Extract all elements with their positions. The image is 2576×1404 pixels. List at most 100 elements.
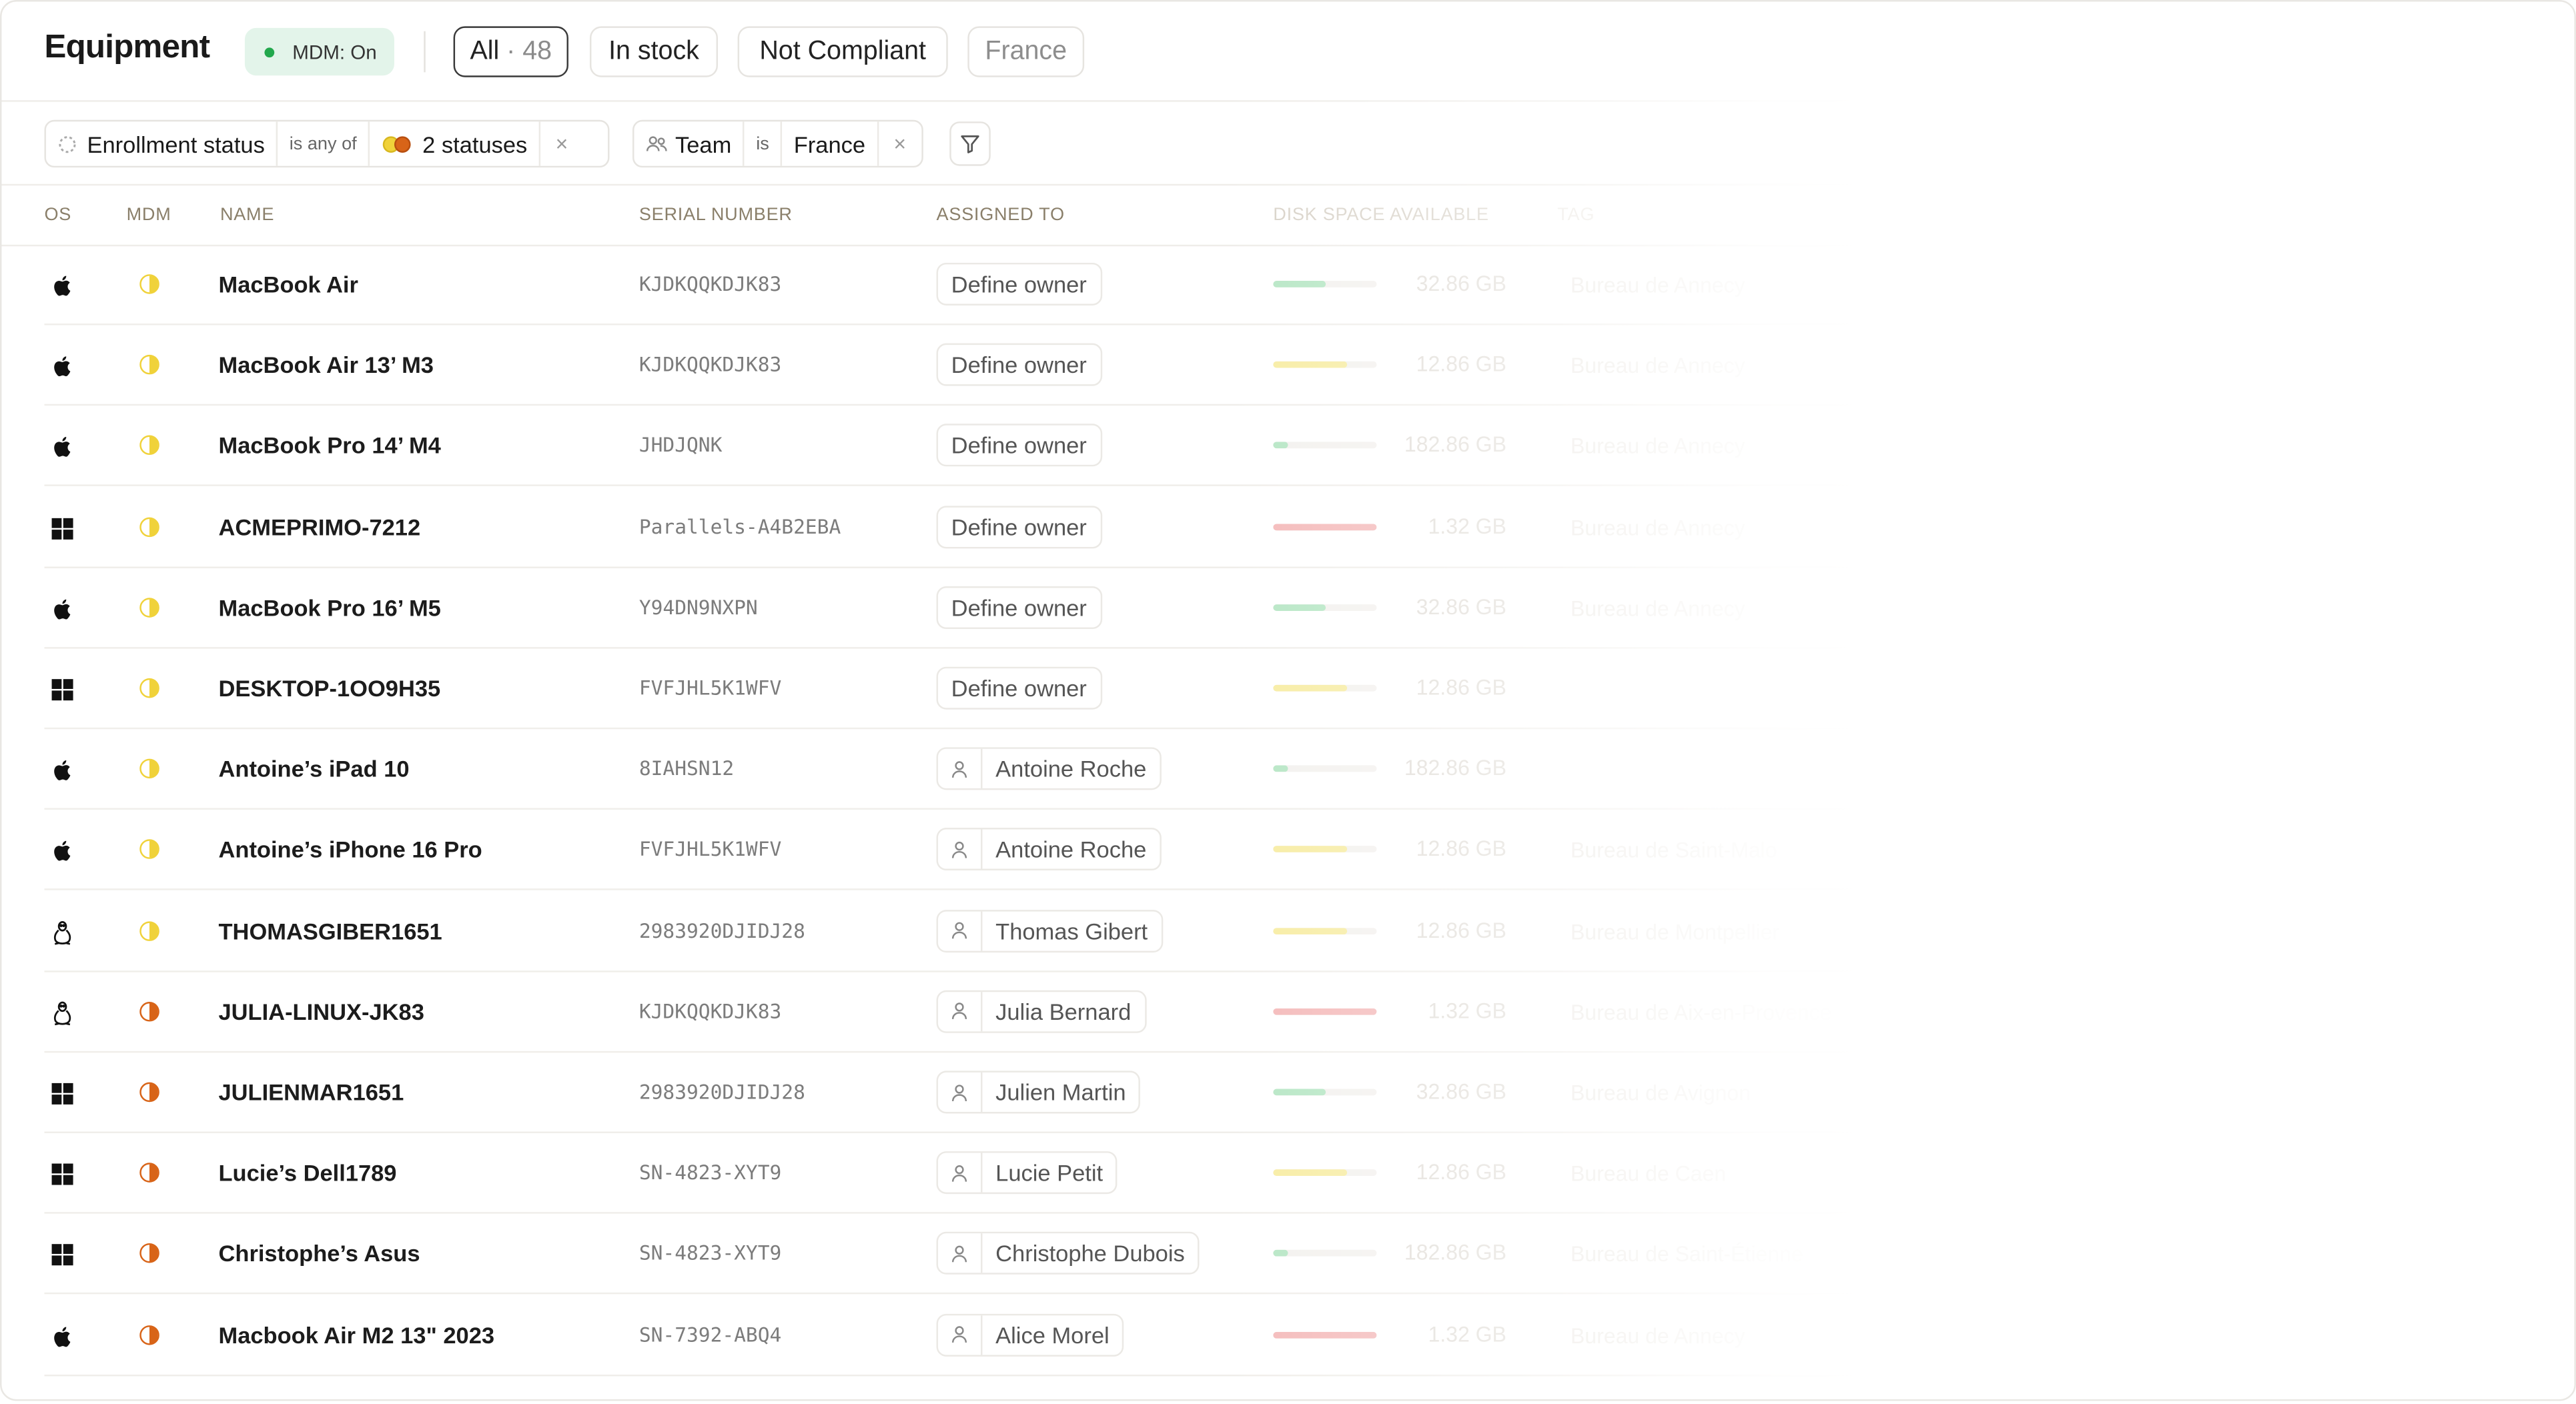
- table-row[interactable]: Antoine’s iPad 10 8IAHSN12 Antoine Roche…: [1, 730, 2575, 810]
- serial-number: Y94DN9NXPN: [638, 596, 758, 619]
- table-row[interactable]: Christophe’s Asus SN-4823-XYT9 Christoph…: [1, 1215, 2575, 1295]
- tag-value: Bureau de Aix-en-Provence: [1570, 1000, 1832, 1024]
- add-filter-button[interactable]: [949, 121, 991, 166]
- owner-name: Julien Martin: [995, 1079, 1126, 1106]
- enrollment-filter-field[interactable]: Enrollment status: [46, 121, 278, 166]
- apple-icon: [49, 434, 75, 460]
- table-row[interactable]: JULIA-LINUX-JK83 KJDKQQKDJK83 Julia Bern…: [1, 972, 2575, 1052]
- table-row[interactable]: DESKTOP-1OO9H35 FVFJHL5K1WFV Define owne…: [1, 649, 2575, 730]
- person-icon: [938, 910, 983, 950]
- mdm-fail-icon: [139, 1243, 159, 1264]
- device-name[interactable]: JULIENMAR1651: [218, 1079, 404, 1105]
- device-name[interactable]: MacBook Pro 16’ M5: [218, 594, 440, 620]
- team-filter-value[interactable]: France: [783, 121, 879, 166]
- table-row[interactable]: JULIENMAR1651 2983920DJIDJ28 Julien Mart…: [1, 1052, 2575, 1133]
- define-owner-button[interactable]: Define owner: [936, 424, 1102, 468]
- enrollment-filter-chip[interactable]: Enrollment status is any of 2 statuses ×: [44, 119, 610, 168]
- disk-space-value: 32.86 GB: [1416, 594, 1507, 619]
- disk-space-bar: [1273, 442, 1377, 450]
- owner-chip[interactable]: Julien Martin: [936, 1071, 1141, 1114]
- mdm-fail-icon: [139, 1082, 159, 1103]
- column-header-disk[interactable]: DISK SPACE AVAILABLE: [1273, 205, 1488, 225]
- owner-name: Christophe Dubois: [995, 1240, 1185, 1267]
- disk-space-value: 1.32 GB: [1428, 513, 1507, 538]
- owner-chip[interactable]: Christophe Dubois: [936, 1232, 1200, 1275]
- column-header-tag[interactable]: TAG: [1557, 205, 1595, 225]
- status-dot-icon: [264, 47, 275, 57]
- define-owner-button[interactable]: Define owner: [936, 505, 1102, 548]
- disk-space-bar: [1273, 1331, 1377, 1338]
- serial-number: Parallels-A4B2EBA: [638, 515, 841, 538]
- disk-space-fill: [1273, 765, 1289, 772]
- disk-space-fill: [1273, 362, 1348, 369]
- table-row[interactable]: ACMEPRIMO-7212 Parallels-A4B2EBA Define …: [1, 487, 2575, 568]
- owner-chip[interactable]: Antoine Roche: [936, 828, 1162, 871]
- apple-icon: [49, 596, 75, 622]
- tag-value: Bureau de Annecy: [1570, 434, 1745, 459]
- device-name[interactable]: MacBook Air 13’ M3: [218, 352, 434, 378]
- owner-chip[interactable]: Thomas Gibert: [936, 909, 1163, 952]
- tab-all[interactable]: All · 48: [453, 26, 568, 77]
- mdm-status-badge[interactable]: MDM: On: [244, 27, 394, 76]
- column-header-mdm[interactable]: MDM: [127, 205, 171, 225]
- table-row[interactable]: Antoine’s iPhone 16 Pro FVFJHL5K1WFV Ant…: [1, 810, 2575, 891]
- column-header-os[interactable]: OS: [44, 205, 71, 225]
- define-owner-button[interactable]: Define owner: [936, 262, 1102, 305]
- device-name[interactable]: MacBook Pro 14’ M4: [218, 433, 440, 459]
- owner-chip[interactable]: Antoine Roche: [936, 747, 1162, 790]
- disk-space-fill: [1273, 684, 1348, 692]
- disk-space-fill: [1273, 927, 1348, 934]
- table-row[interactable]: MacBook Pro 14’ M4 JHDJQNK Define owner …: [1, 406, 2575, 487]
- column-header-assigned[interactable]: ASSIGNED TO: [937, 205, 1065, 225]
- team-filter-chip[interactable]: Team is France ×: [632, 119, 923, 168]
- enrollment-filter-operator[interactable]: is any of: [278, 121, 370, 166]
- disk-space-fill: [1273, 604, 1325, 611]
- remove-filter-icon[interactable]: ×: [879, 121, 921, 165]
- disk-space-value: 12.86 GB: [1416, 675, 1507, 700]
- table-row[interactable]: Lucie’s Dell1789 SN-4823-XYT9 Lucie Peti…: [1, 1133, 2575, 1215]
- owner-chip[interactable]: Julia Bernard: [936, 990, 1146, 1033]
- mdm-partial-icon: [139, 759, 159, 779]
- table-row[interactable]: MacBook Air KJDKQQKDJK83 Define owner 32…: [1, 245, 2575, 325]
- device-name[interactable]: Christophe’s Asus: [218, 1241, 420, 1267]
- disk-space-value: 182.86 GB: [1404, 1240, 1507, 1265]
- disk-space-fill: [1273, 523, 1377, 530]
- define-owner-button[interactable]: Define owner: [936, 666, 1102, 710]
- tab-not-compliant[interactable]: Not Compliant: [737, 26, 948, 77]
- enrollment-filter-value[interactable]: 2 statuses: [370, 121, 541, 166]
- define-owner-button[interactable]: Define owner: [936, 586, 1102, 629]
- device-name[interactable]: Antoine’s iPad 10: [218, 756, 409, 782]
- device-name[interactable]: Lucie’s Dell1789: [218, 1160, 396, 1186]
- device-name[interactable]: DESKTOP-1OO9H35: [218, 675, 440, 701]
- table-row[interactable]: THOMASGIBER1651 2983920DJIDJ28 Thomas Gi…: [1, 891, 2575, 972]
- owner-chip[interactable]: Alice Morel: [936, 1313, 1124, 1356]
- tab-all-count: 48: [522, 37, 552, 65]
- device-name[interactable]: Antoine’s iPhone 16 Pro: [218, 836, 482, 862]
- windows-icon: [49, 1242, 75, 1268]
- owner-chip[interactable]: Lucie Petit: [936, 1151, 1118, 1195]
- table-row[interactable]: Macbook Air M2 13" 2023 SN-7392-ABQ4 Ali…: [1, 1295, 2575, 1376]
- device-name[interactable]: ACMEPRIMO-7212: [218, 514, 420, 540]
- device-name[interactable]: JULIA-LINUX-JK83: [218, 998, 424, 1024]
- device-name[interactable]: Macbook Air M2 13" 2023: [218, 1321, 494, 1347]
- disk-space-fill: [1273, 1008, 1377, 1015]
- device-name[interactable]: THOMASGIBER1651: [218, 917, 442, 943]
- column-header-name[interactable]: NAME: [220, 205, 274, 225]
- person-icon: [938, 1072, 983, 1112]
- device-name[interactable]: MacBook Air: [218, 271, 358, 297]
- remove-filter-icon[interactable]: ×: [540, 121, 583, 165]
- tab-france[interactable]: France: [967, 26, 1085, 77]
- tab-in-stock[interactable]: In stock: [589, 26, 719, 77]
- table-row[interactable]: MacBook Air 13’ M3 KJDKQQKDJK83 Define o…: [1, 325, 2575, 406]
- column-header-serial[interactable]: SERIAL NUMBER: [639, 205, 793, 225]
- define-owner-button[interactable]: Define owner: [936, 343, 1102, 387]
- serial-number: FVFJHL5K1WFV: [638, 676, 782, 700]
- team-filter-field[interactable]: Team: [634, 121, 745, 166]
- team-filter-operator[interactable]: is: [745, 121, 783, 166]
- tab-not-compliant-label: Not Compliant: [759, 37, 926, 65]
- define-owner-label: Define owner: [951, 352, 1087, 378]
- table-row[interactable]: MacBook Pro 16’ M5 Y94DN9NXPN Define own…: [1, 568, 2575, 649]
- tag-value: Bureau de Saint-Étienne: [1570, 1242, 1803, 1267]
- tag-value: Bureau de Avignon: [1570, 1081, 1751, 1106]
- disk-space-value: 1.32 GB: [1428, 1321, 1507, 1347]
